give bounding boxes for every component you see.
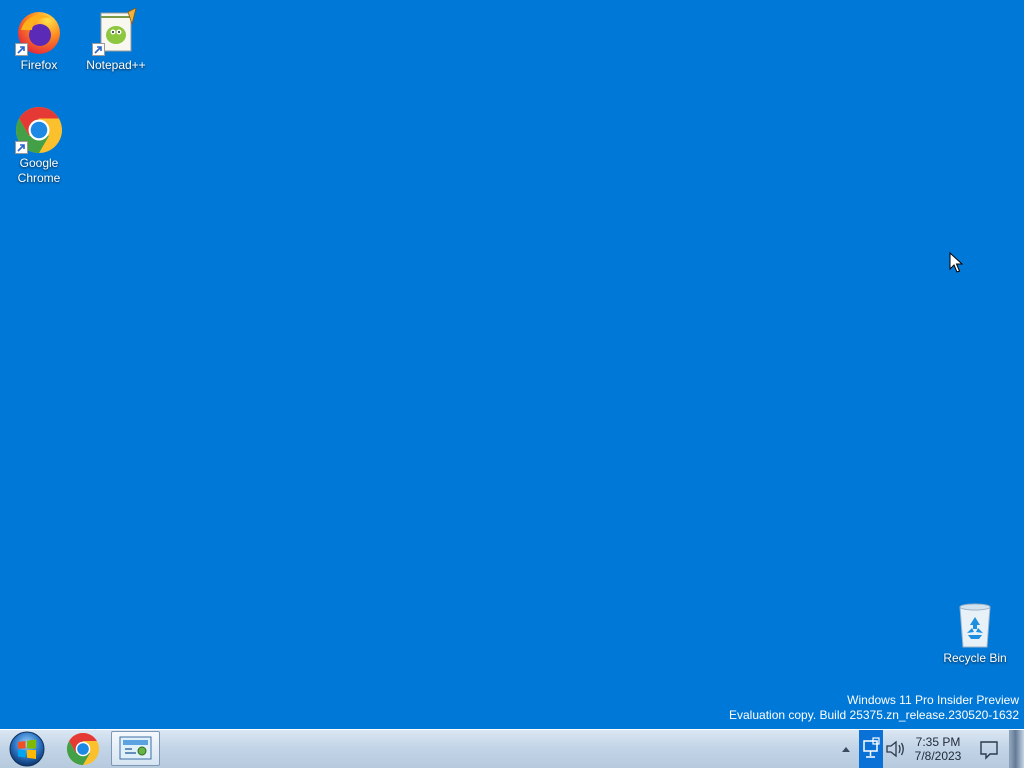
desktop-icon-label: Google Chrome [17, 156, 61, 185]
evaluation-watermark: Windows 11 Pro Insider Preview Evaluatio… [729, 693, 1019, 723]
desktop-icon-firefox[interactable]: Firefox [1, 8, 77, 73]
volume-tray-button[interactable] [884, 730, 906, 768]
notification-icon [980, 741, 998, 760]
shortcut-arrow-icon [15, 43, 28, 56]
taskbar: 7:35 PM 7/8/2023 [0, 729, 1024, 768]
desktop-icon-label: Firefox [20, 58, 58, 72]
shortcut-arrow-icon [92, 43, 105, 56]
chevron-up-icon [842, 747, 850, 752]
windows-start-orb-icon [9, 731, 45, 767]
recycle-bin-icon [951, 601, 999, 649]
firefox-icon [15, 8, 63, 56]
network-tray-button[interactable] [859, 730, 883, 768]
clock-time: 7:35 PM [915, 735, 961, 749]
chrome-icon [15, 106, 63, 154]
start-button[interactable] [4, 730, 50, 768]
watermark-line-2: Evaluation copy. Build 25375.zn_release.… [729, 708, 1019, 722]
chrome-icon [66, 732, 99, 766]
control-panel-icon [119, 736, 152, 760]
notepad-plus-plus-icon [92, 7, 140, 56]
taskbar-control-panel-button[interactable] [111, 731, 160, 766]
action-center-button[interactable] [978, 730, 1000, 768]
shortcut-arrow-icon [15, 141, 28, 154]
mouse-cursor-icon [949, 251, 964, 279]
desktop-icon-notepad-plus-plus[interactable]: Notepad++ [78, 7, 154, 73]
desktop[interactable]: Firefox Notepad++ Google Chrome Recycle … [0, 0, 1024, 729]
desktop-icon-recycle-bin[interactable]: Recycle Bin [937, 601, 1013, 666]
clock-date: 7/8/2023 [914, 749, 962, 763]
desktop-icon-label: Recycle Bin [943, 651, 1007, 665]
taskbar-clock[interactable]: 7:35 PM 7/8/2023 [906, 730, 970, 768]
show-hidden-icons-button[interactable] [838, 730, 854, 768]
desktop-icon-label: Notepad++ [86, 58, 146, 72]
taskbar-chrome-button[interactable] [60, 730, 106, 768]
watermark-line-1: Windows 11 Pro Insider Preview [847, 693, 1019, 707]
show-desktop-button[interactable] [1009, 730, 1024, 768]
volume-icon [886, 740, 904, 758]
desktop-icon-google-chrome[interactable]: Google Chrome [1, 106, 77, 186]
network-icon [863, 737, 880, 758]
